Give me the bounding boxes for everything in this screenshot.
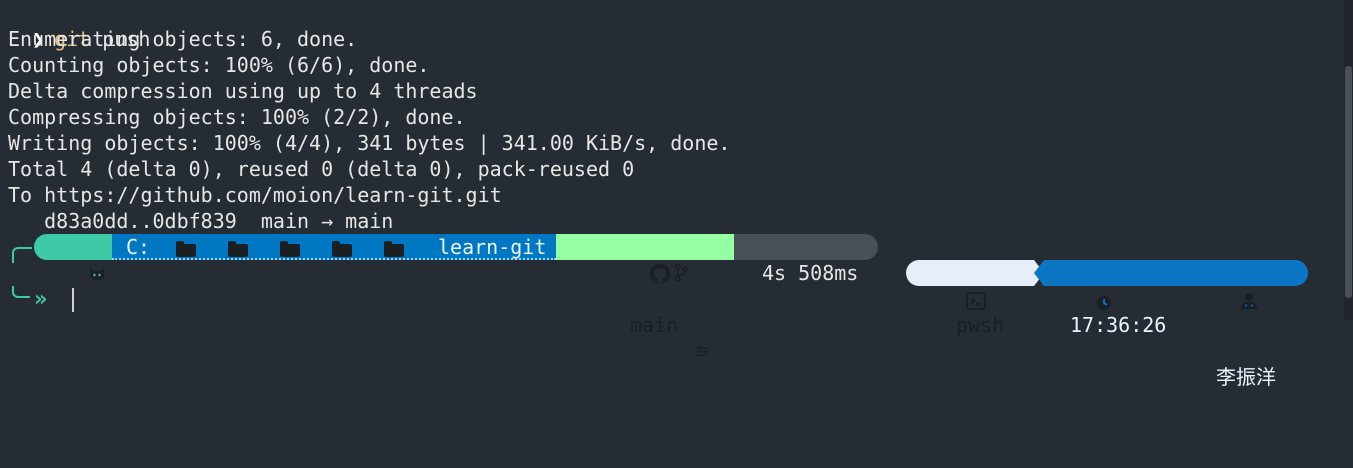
execution-time: 4s 508ms: [762, 261, 859, 285]
output-line: Total 4 (delta 0), reused 0 (delta 0), p…: [8, 157, 635, 181]
scrollbar[interactable]: [1344, 0, 1353, 320]
git-segment: main ≡: [556, 234, 734, 363]
cat-icon: [90, 267, 105, 280]
clock-time: 17:36:26: [1070, 313, 1167, 337]
output-line: Enumerating objects: 6, done.: [8, 27, 358, 51]
folder-icon: [176, 234, 196, 260]
git-status: ≡: [696, 339, 709, 363]
text-cursor[interactable]: [72, 288, 74, 312]
output-line: Delta compression using up to 4 threads: [8, 79, 478, 103]
git-branch-name: main: [630, 313, 679, 337]
path-segment: C: learn-git: [112, 234, 556, 260]
clock-segment: 17:36:26 李振洋: [1044, 260, 1308, 389]
prompt-corner-bottom: [12, 286, 30, 298]
folder-icon: [332, 234, 352, 260]
shell-name: pwsh: [956, 313, 1005, 337]
input-prompt-icon: »: [34, 287, 47, 312]
output-line: Counting objects: 100% (6/6), done.: [8, 53, 430, 77]
user-icon: [1192, 264, 1258, 342]
prompt-corner-top: [12, 247, 32, 263]
prompt-bar: C: learn-git main ≡ 4s 508ms: [0, 234, 900, 363]
output-line: Writing objects: 100% (4/4), 341 bytes |…: [8, 131, 731, 155]
folder-icon: [384, 234, 404, 260]
folder-icon: [280, 234, 300, 260]
output-line: d83a0dd..0dbf839 main → main: [8, 209, 394, 233]
execution-time-segment: 4s 508ms: [734, 234, 878, 285]
clock-segment-arrow: [1034, 260, 1044, 286]
scrollbar-thumb[interactable]: [1345, 66, 1352, 298]
user-name: 李振洋: [1216, 365, 1276, 389]
folder-icon: [228, 234, 248, 260]
path-drive: C:: [126, 235, 151, 259]
command-line: ❯ git push: [8, 0, 150, 51]
branch-icon: [602, 237, 689, 315]
os-segment: [34, 234, 112, 280]
output-line: Compressing objects: 100% (2/2), done.: [8, 105, 466, 129]
path-current-folder: learn-git: [438, 235, 547, 259]
shell-segment: pwsh: [906, 260, 1034, 337]
output-line: To https://github.com/moion/learn-git.gi…: [8, 183, 502, 207]
